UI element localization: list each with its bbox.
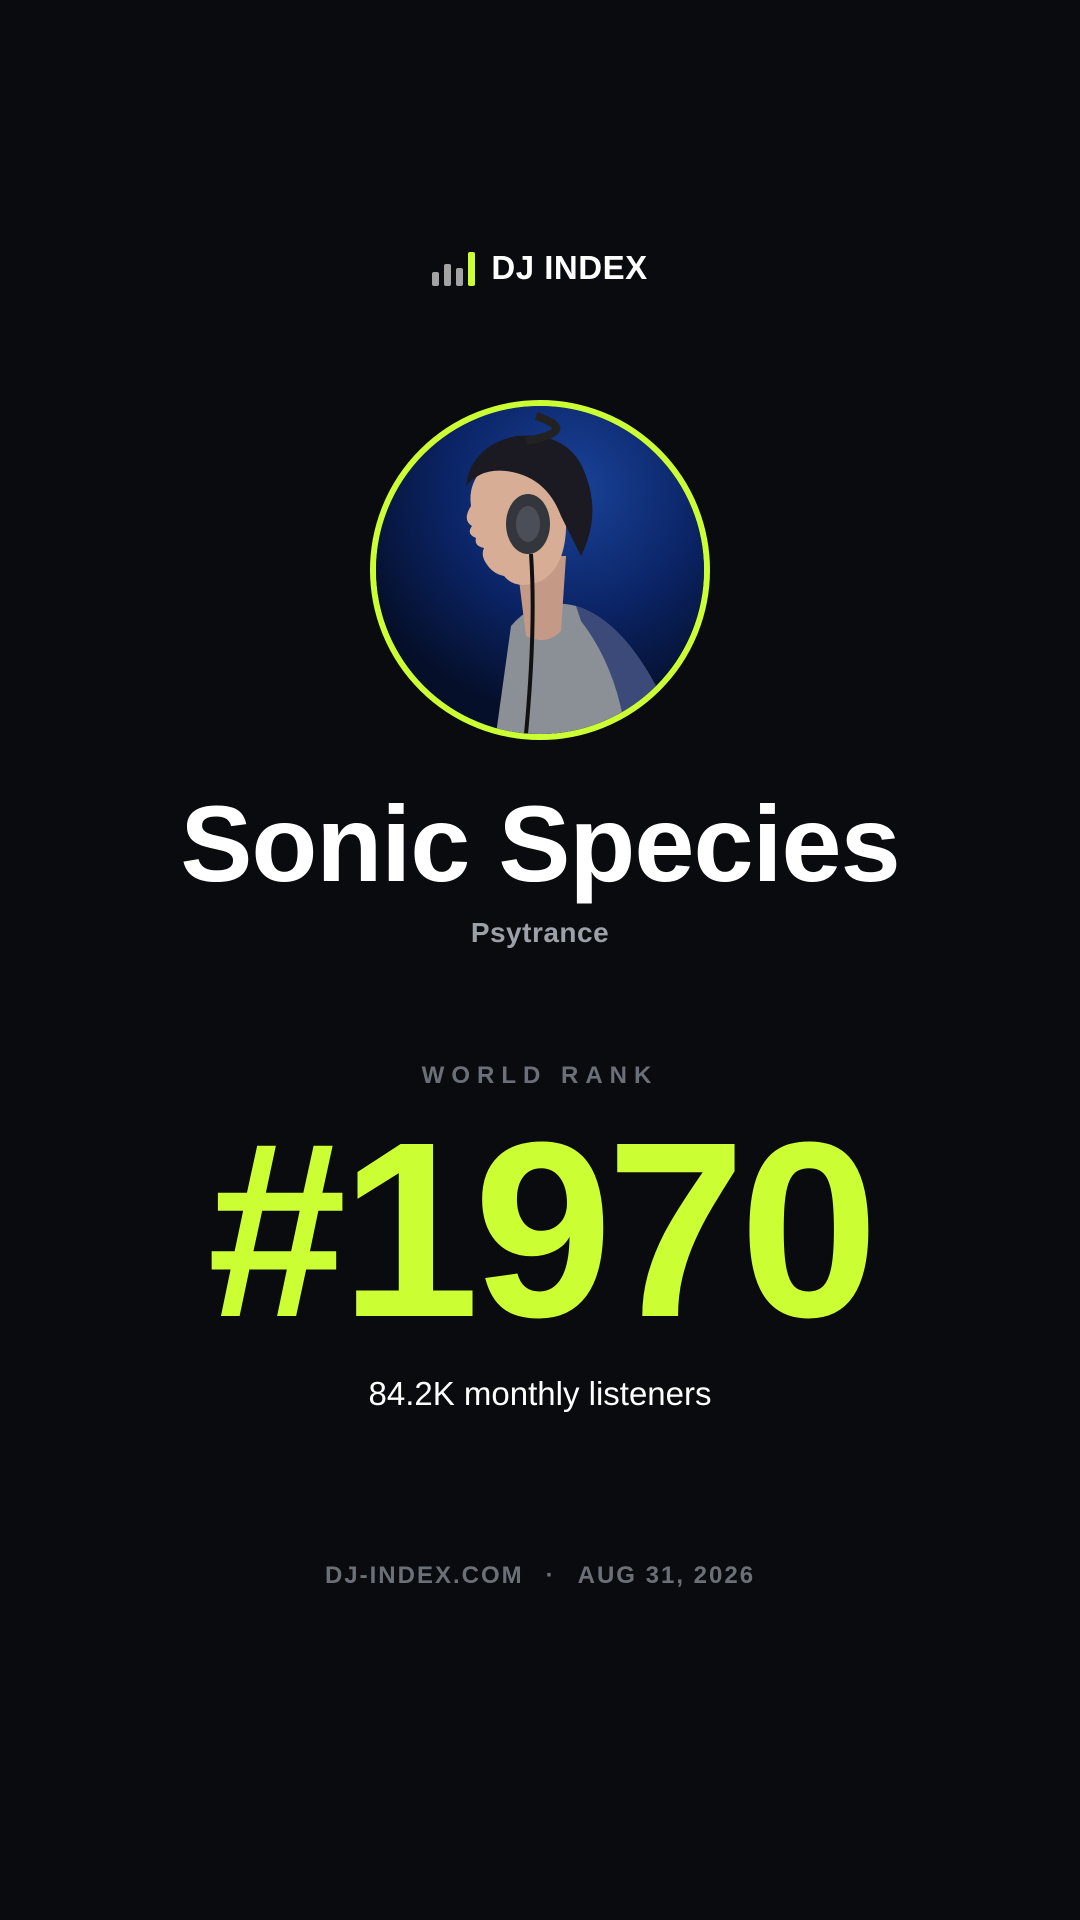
monthly-listeners: 84.2K monthly listeners (368, 1375, 712, 1412)
dj-profile-photo (376, 406, 704, 734)
world-rank-label: WORLD RANK (421, 1062, 659, 1089)
artist-name: Sonic Species (180, 783, 900, 904)
brand-name: DJ INDEX (491, 249, 648, 286)
footer-site-link: DJ-INDEX.COM (324, 1562, 524, 1589)
artist-avatar (370, 400, 710, 740)
footer: DJ-INDEX.COM · AUG 31, 2026 (0, 1562, 1080, 1590)
bar-chart-icon (432, 250, 476, 286)
footer-separator: · (545, 1562, 556, 1589)
artist-genre: Psytrance (470, 917, 610, 948)
footer-date: AUG 31, 2026 (577, 1562, 756, 1589)
world-rank-value: #1970 (207, 1090, 878, 1369)
brand-header: DJ INDEX (0, 246, 1080, 290)
